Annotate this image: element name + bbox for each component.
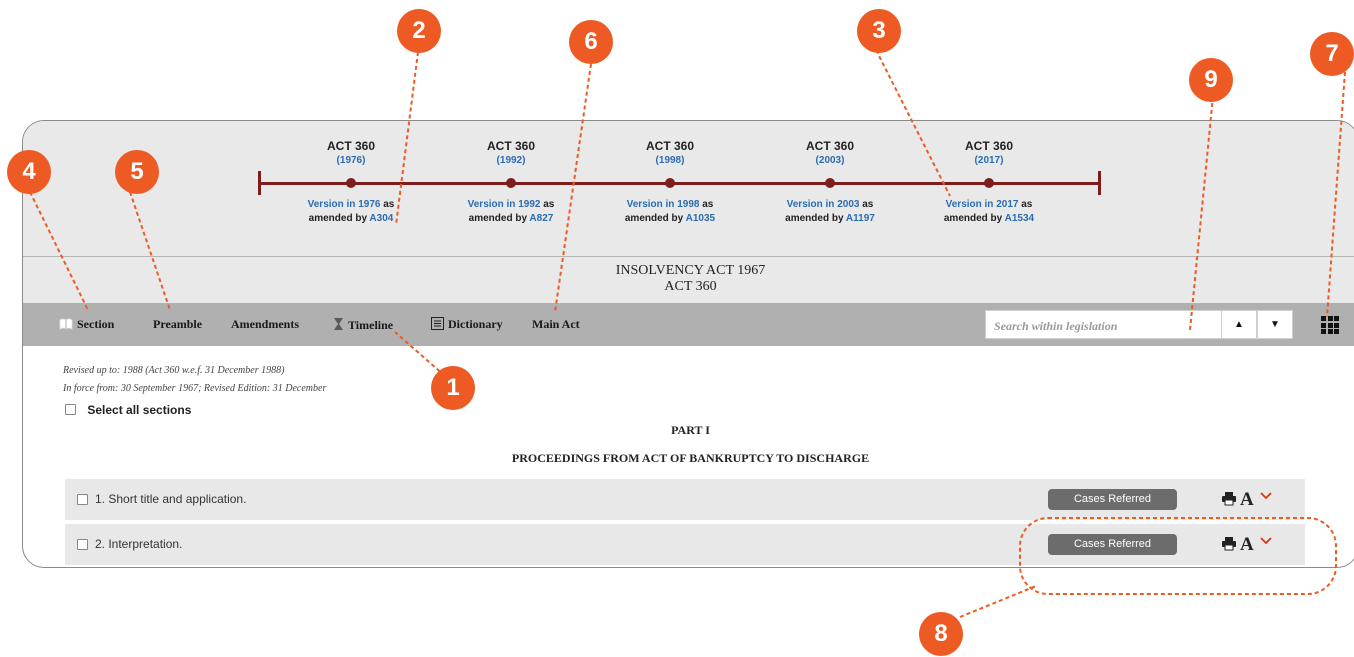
tab-section[interactable]: Section — [59, 317, 114, 333]
chevron-down-icon[interactable] — [1260, 533, 1272, 550]
act-version-year[interactable]: (2003) — [770, 154, 890, 168]
select-all-checkbox[interactable] — [65, 404, 76, 415]
act-number: ACT 360 — [664, 279, 717, 294]
legislation-window: ACT 360 (1976) ACT 360 (1992) ACT 360 (1998… — [22, 120, 1354, 568]
cases-referred-button[interactable]: Cases Referred — [1048, 489, 1177, 510]
version-link[interactable]: Version in 1976 — [308, 199, 381, 210]
select-all-sections[interactable]: Select all sections — [65, 403, 191, 417]
section-row[interactable]: 2. Interpretation. Cases Referred A — [65, 524, 1305, 565]
part-heading: PART I — [671, 423, 710, 437]
section-checkbox[interactable] — [77, 494, 88, 505]
font-size-icon[interactable]: A — [1240, 489, 1254, 511]
act-version-heading: ACT 360 (2017) — [929, 138, 1049, 168]
act-version-heading: ACT 360 (2003) — [770, 138, 890, 168]
timeline-start-cap — [258, 171, 261, 195]
timeline-bar — [259, 182, 1101, 185]
amendment-link[interactable]: A1534 — [1005, 213, 1034, 224]
toolbar: Section Preamble Amendments Timeline Dic… — [23, 303, 1354, 346]
page-title: INSOLVENCY ACT 1967 ACT 360 — [23, 256, 1354, 303]
callout-badge: 9 — [1189, 58, 1233, 102]
tab-preamble[interactable]: Preamble — [153, 317, 202, 331]
version-caption: Version in 2003 as amended by A1197 — [785, 199, 875, 224]
version-caption: Version in 1992 as amended by A827 — [467, 199, 555, 224]
callout-badge: 3 — [857, 9, 901, 53]
act-title: INSOLVENCY ACT 1967 — [615, 263, 766, 278]
print-icon[interactable] — [1221, 536, 1237, 556]
callout-badge: 7 — [1310, 32, 1354, 76]
grid-icon[interactable] — [1321, 316, 1339, 334]
version-timeline: ACT 360 (1976) ACT 360 (1992) ACT 360 (1998… — [23, 121, 1354, 256]
amendment-link[interactable]: A1035 — [686, 213, 715, 224]
timeline-point-1992[interactable] — [506, 178, 516, 188]
tab-amendments[interactable]: Amendments — [231, 317, 299, 331]
section-title[interactable]: 2. Interpretation. — [95, 537, 182, 551]
font-size-icon[interactable]: A — [1240, 534, 1254, 556]
callout-badge: 1 — [431, 366, 475, 410]
hourglass-icon — [333, 317, 344, 334]
callout-badge: 8 — [919, 612, 963, 656]
act-version-year[interactable]: (1976) — [291, 154, 411, 168]
next-result-button[interactable]: ▼ — [1257, 310, 1293, 339]
callout-badge: 4 — [7, 150, 51, 194]
amendment-link[interactable]: A827 — [529, 213, 553, 224]
version-link[interactable]: Version in 1998 — [627, 199, 700, 210]
revised-note: Revised up to: 1988 (Act 360 w.e.f. 31 D… — [63, 365, 285, 376]
section-row[interactable]: 1. Short title and application. Cases Re… — [65, 479, 1305, 520]
amendment-link[interactable]: A1197 — [846, 213, 875, 224]
version-link[interactable]: Version in 2003 — [787, 199, 860, 210]
tab-main-act[interactable]: Main Act — [532, 317, 580, 331]
timeline-point-1976[interactable] — [346, 178, 356, 188]
act-version-year[interactable]: (1992) — [451, 154, 571, 168]
act-version-heading: ACT 360 (1976) — [291, 138, 411, 168]
timeline-point-2017[interactable] — [984, 178, 994, 188]
section-title[interactable]: 1. Short title and application. — [95, 492, 246, 506]
version-link[interactable]: Version in 1992 — [468, 199, 541, 210]
version-caption: Version in 1998 as amended by A1035 — [624, 199, 716, 224]
timeline-point-1998[interactable] — [665, 178, 675, 188]
timeline-point-2003[interactable] — [825, 178, 835, 188]
dictionary-icon — [431, 317, 444, 333]
in-force-note: In force from: 30 September 1967; Revise… — [63, 383, 327, 394]
book-icon — [59, 318, 73, 333]
search-input[interactable]: Search within legislation — [985, 310, 1222, 339]
callout-badge: 6 — [569, 20, 613, 64]
act-version-heading: ACT 360 (1992) — [451, 138, 571, 168]
print-icon[interactable] — [1221, 491, 1237, 511]
part-title: PROCEEDINGS FROM ACT OF BANKRUPTCY TO DI… — [511, 451, 870, 465]
tab-timeline[interactable]: Timeline — [333, 317, 393, 334]
timeline-end-cap — [1098, 171, 1101, 195]
amendment-link[interactable]: A304 — [369, 213, 393, 224]
callout-badge: 5 — [115, 150, 159, 194]
version-caption: Version in 1976 as amended by A304 — [307, 199, 395, 224]
section-checkbox[interactable] — [77, 539, 88, 550]
act-version-heading: ACT 360 (1998) — [610, 138, 730, 168]
version-link[interactable]: Version in 2017 — [946, 199, 1019, 210]
cases-referred-button[interactable]: Cases Referred — [1048, 534, 1177, 555]
tab-dictionary[interactable]: Dictionary — [431, 317, 503, 333]
act-version-year[interactable]: (1998) — [610, 154, 730, 168]
version-caption: Version in 2017 as amended by A1534 — [943, 199, 1035, 224]
act-version-year[interactable]: (2017) — [929, 154, 1049, 168]
previous-result-button[interactable]: ▲ — [1221, 310, 1257, 339]
callout-badge: 2 — [397, 9, 441, 53]
chevron-down-icon[interactable] — [1260, 488, 1272, 505]
